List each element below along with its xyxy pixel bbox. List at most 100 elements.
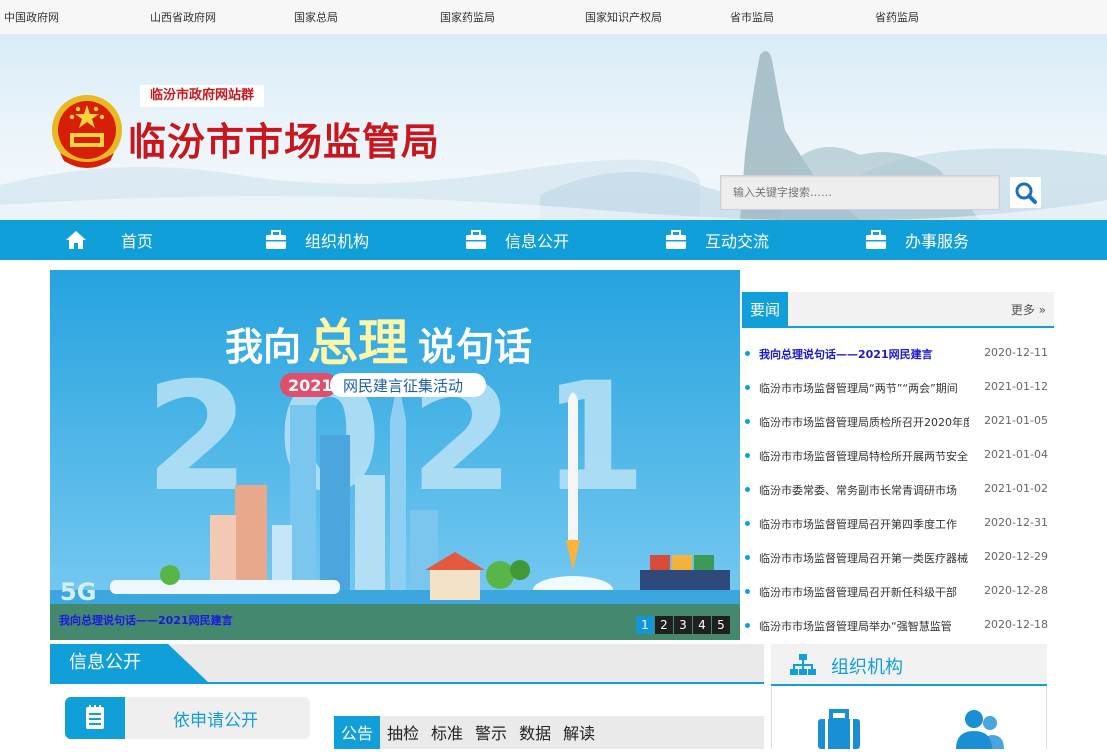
- main-nav: 首页 组织机构 信息公开 互动交流 办事服务: [0, 220, 1107, 260]
- news-list-item[interactable]: 临汾市委常委、常务副市长常青调研市场 2021-01-02: [742, 480, 1054, 500]
- news-tab[interactable]: 要闻: [742, 292, 788, 328]
- briefcase-icon: [666, 230, 686, 249]
- site-header: 临汾市政府网站群 临汾市市场监管局: [0, 35, 1107, 220]
- link-gov-cn[interactable]: 中国政府网: [4, 9, 59, 25]
- bullet-icon: [745, 385, 750, 390]
- bullet-icon: [745, 521, 750, 526]
- nav-item-label: 组织机构: [305, 232, 370, 251]
- slider-page-4[interactable]: 4: [693, 616, 711, 634]
- news-date: 2020-12-18: [984, 618, 1048, 631]
- briefcase-icon[interactable]: [816, 709, 862, 749]
- news-title[interactable]: 临汾市市场监督管理局“两节”“两会”期间: [759, 380, 969, 396]
- nav-item-services[interactable]: 办事服务: [865, 220, 969, 260]
- slider-page-2[interactable]: 2: [655, 616, 673, 634]
- info-disclosure-title[interactable]: 信息公开: [50, 644, 208, 682]
- news-list-item[interactable]: 临汾市市场监督管理局质检所召开2020年度 2021-01-05: [742, 412, 1054, 432]
- news-list-item[interactable]: 临汾市市场监督管理局“两节”“两会”期间 2021-01-12: [742, 378, 1054, 398]
- double-chevron-right-icon: »: [1038, 303, 1046, 317]
- news-list-item[interactable]: 临汾市市场监督管理局举办“强智慧监管 2020-12-18: [742, 616, 1054, 636]
- top-links-bar: 中国政府网 山西省政府网 国家总局 国家药监局 国家知识产权局 省市监局 省药监…: [0, 0, 1107, 35]
- news-date: 2021-01-05: [984, 414, 1048, 427]
- search-input[interactable]: [720, 175, 1000, 210]
- nav-item-label: 办事服务: [905, 232, 970, 251]
- banner-headline-b: 总理: [308, 314, 408, 372]
- apply-icon-box: [65, 697, 125, 739]
- link-cnipa[interactable]: 国家知识产权局: [585, 9, 662, 25]
- slider-page-1[interactable]: 1: [636, 616, 654, 634]
- search-button[interactable]: [1010, 177, 1041, 208]
- banner-badge-year: 2021: [288, 376, 333, 395]
- banner-slider[interactable]: 2021 5G 我向 总理 说句话 2021 网民建言征集活动 我向总理说句话—…: [50, 270, 740, 640]
- apply-disclosure-label: 依申请公开: [173, 711, 258, 731]
- news-date: 2021-01-12: [984, 380, 1048, 393]
- banner-headline-c: 说句话: [418, 325, 532, 369]
- bullet-icon: [745, 555, 750, 560]
- bullet-icon: [745, 453, 750, 458]
- news-list-item[interactable]: 临汾市市场监督管理局召开第四季度工作 2020-12-31: [742, 514, 1054, 534]
- bullet-icon: [745, 623, 750, 628]
- nav-item-organization[interactable]: 组织机构: [265, 220, 369, 260]
- news-title[interactable]: 临汾市市场监督管理局质检所召开2020年度: [759, 414, 969, 430]
- slider-page-5[interactable]: 5: [712, 616, 730, 634]
- site-group-tag[interactable]: 临汾市政府网站群: [140, 85, 265, 107]
- briefcase-icon: [466, 230, 486, 249]
- link-shanxi-gov[interactable]: 山西省政府网: [150, 9, 216, 25]
- news-list-item[interactable]: 我向总理说句话——2021网民建言 2020-12-11: [742, 344, 1054, 364]
- bullet-icon: [745, 351, 750, 356]
- news-more-label: 更多: [1010, 303, 1035, 317]
- news-header: 要闻 更多 »: [742, 292, 1054, 328]
- news-date: 2021-01-04: [984, 448, 1048, 461]
- apply-disclosure-button[interactable]: 依申请公开: [65, 697, 310, 739]
- news-date: 2020-12-28: [984, 584, 1048, 597]
- link-nmpa[interactable]: 国家药监局: [440, 9, 495, 25]
- home-icon: [66, 231, 86, 249]
- news-list-item[interactable]: 临汾市市场监督管理局召开新任科级干部 2020-12-28: [742, 582, 1054, 602]
- link-provincial-market[interactable]: 省市监局: [730, 9, 774, 25]
- news-more-link[interactable]: 更多 »: [1011, 301, 1046, 318]
- organization-title[interactable]: 组织机构: [831, 653, 903, 679]
- news-list-item[interactable]: 临汾市市场监督管理局特检所开展两节安全 2021-01-04: [742, 446, 1054, 466]
- nav-item-label: 信息公开: [505, 232, 570, 251]
- news-title[interactable]: 临汾市委常委、常务副市长常青调研市场: [759, 482, 969, 498]
- nav-item-label: 互动交流: [705, 232, 770, 251]
- user-group-icon[interactable]: [954, 709, 1004, 749]
- nav-item-interaction[interactable]: 互动交流: [665, 220, 769, 260]
- banner-badge-text: 网民建言征集活动: [343, 377, 463, 395]
- news-title[interactable]: 临汾市市场监督管理局召开新任科级干部: [759, 584, 969, 600]
- tab-interpretation[interactable]: 解读: [558, 716, 600, 749]
- news-title[interactable]: 临汾市市场监督管理局特检所开展两节安全: [759, 448, 969, 464]
- nav-item-home[interactable]: 首页: [65, 220, 153, 260]
- link-provincial-drug[interactable]: 省药监局: [875, 9, 919, 25]
- news-title[interactable]: 临汾市市场监督管理局召开第四季度工作: [759, 516, 969, 532]
- tab-standards[interactable]: 标准: [426, 716, 468, 749]
- news-date: 2020-12-31: [984, 516, 1048, 529]
- bullet-icon: [745, 487, 750, 492]
- tab-warnings[interactable]: 警示: [470, 716, 512, 749]
- news-list-item[interactable]: 临汾市市场监督管理局召开第一类医疗器械 2020-12-29: [742, 548, 1054, 568]
- news-date: 2021-01-02: [984, 482, 1048, 495]
- slider-pager: 1 2 3 4 5: [636, 616, 730, 634]
- link-national-bureau[interactable]: 国家总局: [294, 9, 338, 25]
- search-icon: [1015, 182, 1037, 204]
- slider-caption[interactable]: 我向总理说句话——2021网民建言: [59, 612, 233, 628]
- banner-headline-a: 我向: [225, 325, 301, 369]
- news-title[interactable]: 临汾市市场监督管理局举办“强智慧监管: [759, 618, 969, 634]
- disclosure-tabs: 公告 抽检 标准 警示 数据 解读: [334, 716, 764, 749]
- tab-announcement[interactable]: 公告: [334, 716, 381, 749]
- news-date: 2020-12-29: [984, 550, 1048, 563]
- news-title[interactable]: 临汾市市场监督管理局召开第一类医疗器械: [759, 550, 969, 566]
- nav-item-info-disclosure[interactable]: 信息公开: [465, 220, 569, 260]
- tab-sampling[interactable]: 抽检: [382, 716, 424, 749]
- organization-header: 组织机构: [771, 644, 1047, 686]
- nav-item-label: 首页: [121, 232, 154, 251]
- briefcase-icon: [266, 230, 286, 249]
- info-disclosure-header: 信息公开: [50, 644, 764, 684]
- news-title[interactable]: 我向总理说句话——2021网民建言: [759, 346, 969, 362]
- tab-data[interactable]: 数据: [514, 716, 556, 749]
- banner-illustration: 2021 5G 我向 总理 说句话 2021 网民建言征集活动: [50, 270, 740, 640]
- site-title: 临汾市市场监管局: [128, 119, 441, 164]
- document-icon: [86, 705, 104, 729]
- organization-panel: [771, 686, 1047, 749]
- news-panel: 要闻 更多 » 我向总理说句话——2021网民建言 2020-12-11 临汾市市…: [742, 292, 1054, 637]
- slider-page-3[interactable]: 3: [674, 616, 692, 634]
